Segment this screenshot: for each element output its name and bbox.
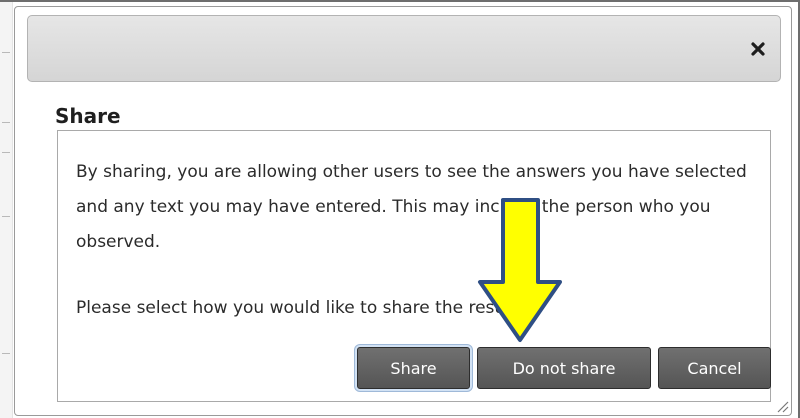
- dialog-content: By sharing, you are allowing other users…: [57, 130, 771, 402]
- cancel-button[interactable]: Cancel: [658, 347, 771, 389]
- share-button[interactable]: Share: [357, 347, 470, 389]
- dialog-titlebar[interactable]: [27, 15, 781, 82]
- close-icon: [751, 42, 765, 56]
- resize-grip-icon[interactable]: [773, 397, 789, 413]
- share-dialog: Share By sharing, you are allowing other…: [14, 6, 792, 416]
- do-not-share-button[interactable]: Do not share: [477, 347, 651, 389]
- dialog-buttons: Share Do not share Cancel: [58, 131, 771, 401]
- close-button[interactable]: [740, 30, 776, 68]
- dialog-title: Share: [55, 104, 121, 128]
